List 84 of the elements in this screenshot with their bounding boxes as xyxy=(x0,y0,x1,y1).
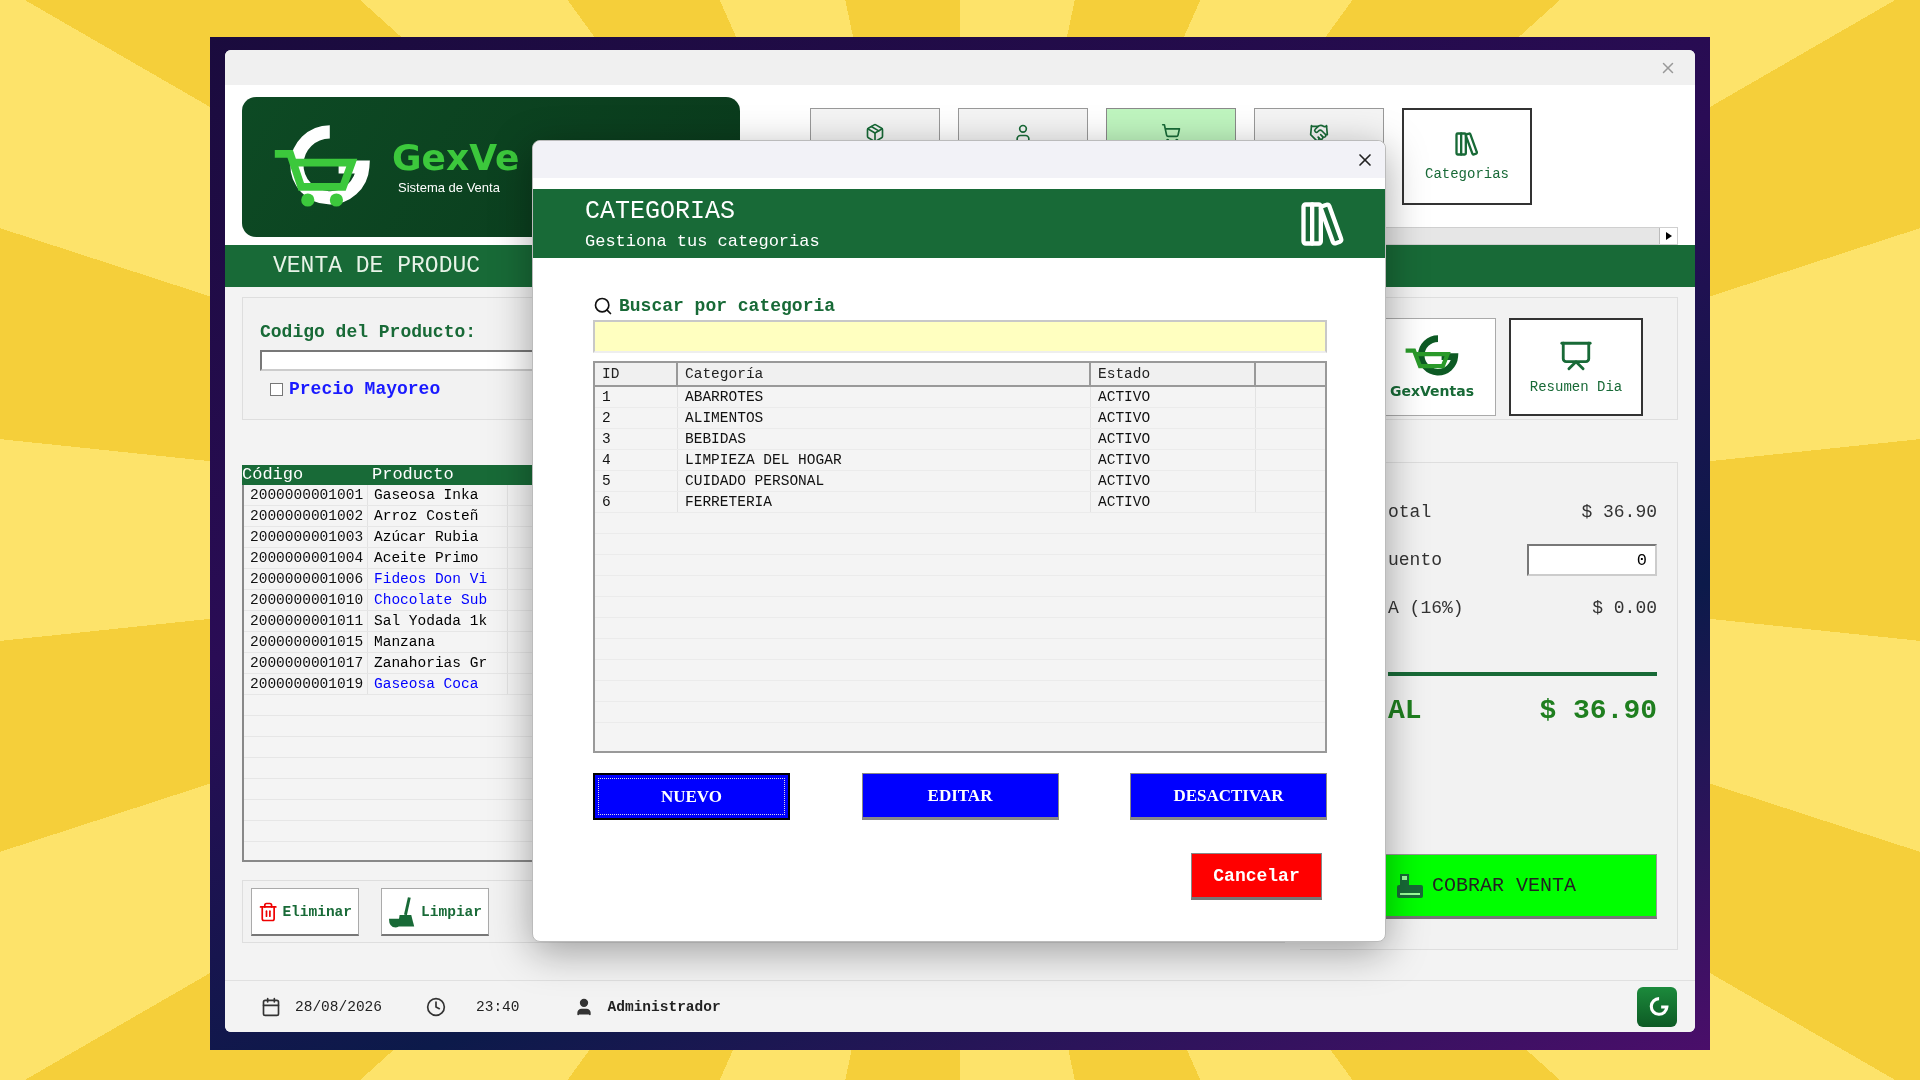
table-cell: 3 xyxy=(595,429,678,449)
categories-button[interactable]: Categorias xyxy=(1402,108,1532,205)
table-cell: Gaseosa Coca xyxy=(368,674,508,694)
app-logo-icon[interactable] xyxy=(1637,986,1677,1027)
table-cell: 2000000001015 xyxy=(244,632,368,652)
action-button[interactable]: DESACTIVAR xyxy=(1130,773,1327,820)
tax-value: $ 0.00 xyxy=(1592,598,1657,618)
table-cell: 4 xyxy=(595,450,678,470)
total-value: $ 36.90 xyxy=(1539,694,1657,726)
books-icon xyxy=(1453,130,1481,158)
action-button[interactable]: EDITAR xyxy=(861,773,1059,820)
cancel-button[interactable]: Cancelar xyxy=(1191,853,1322,900)
column-header: Código xyxy=(242,465,305,485)
subtotal-value: $ 36.90 xyxy=(1581,502,1657,522)
tax-label: A (16%) xyxy=(1388,598,1464,618)
search-field[interactable] xyxy=(593,320,1327,353)
table-cell: 6 xyxy=(595,492,678,512)
table-cell: ACTIVO xyxy=(1091,450,1256,470)
table-cell: 2000000001010 xyxy=(244,590,368,610)
table-cell: ALIMENTOS xyxy=(678,408,1091,428)
column-header: Categoría xyxy=(678,363,1091,385)
person-icon xyxy=(1013,123,1033,143)
table-cell: Zanahorias Gr xyxy=(368,653,508,673)
column-header: Estado xyxy=(1091,363,1256,385)
clear-button[interactable]: Limpiar xyxy=(381,888,489,936)
table-cell: Chocolate Sub xyxy=(368,590,508,610)
table-cell: 2000000001001 xyxy=(244,485,368,505)
table-cell: 2000000001004 xyxy=(244,548,368,568)
discount-label: uento xyxy=(1388,550,1442,570)
clock-icon xyxy=(426,996,446,1017)
column-header: Producto xyxy=(372,465,455,485)
date-text: 28/08/2026 xyxy=(295,998,382,1015)
charge-button[interactable]: COBRAR VENTA xyxy=(1385,854,1657,919)
table-cell: ACTIVO xyxy=(1091,492,1256,512)
table-cell: ACTIVO xyxy=(1091,408,1256,428)
section-title: VENTA DE PRODUC xyxy=(273,253,481,279)
table-cell: ACTIVO xyxy=(1091,429,1256,449)
table-cell: 2000000001017 xyxy=(244,653,368,673)
checkbox[interactable] xyxy=(270,382,283,396)
table-cell: Azúcar Rubia xyxy=(368,527,508,547)
table-cell: BEBIDAS xyxy=(678,429,1091,449)
calendar-icon xyxy=(261,996,281,1017)
table-cell: CUIDADO PERSONAL xyxy=(678,471,1091,491)
user-name: Administrador xyxy=(607,998,721,1015)
table-cell: 2000000001003 xyxy=(244,527,368,547)
search-icon xyxy=(593,296,613,316)
checkbox-label: Precio Mayoreo xyxy=(289,379,441,399)
table-cell: ACTIVO xyxy=(1091,387,1256,407)
delete-button[interactable]: Eliminar xyxy=(251,888,359,936)
table-cell: 2000000001019 xyxy=(244,674,368,694)
action-button[interactable]: NUEVO xyxy=(593,773,790,820)
total-label: AL xyxy=(1388,694,1422,726)
table-cell: 5 xyxy=(595,471,678,491)
box-icon xyxy=(865,123,885,143)
table-cell: Sal Yodada 1k xyxy=(368,611,508,631)
table-cell: 2000000001011 xyxy=(244,611,368,631)
table-cell: 2 xyxy=(595,408,678,428)
table-cell: 1 xyxy=(595,387,678,407)
table-cell: 2000000001006 xyxy=(244,569,368,589)
logo-tagline: Sistema de Venta xyxy=(398,179,501,195)
handshake-icon xyxy=(1309,123,1329,143)
cash-register-icon xyxy=(1396,872,1424,899)
table-cell: LIMPIEZA DEL HOGAR xyxy=(678,450,1091,470)
table-cell: Gaseosa Inka xyxy=(368,485,508,505)
table-cell: Aceite Primo xyxy=(368,548,508,568)
subtotal-label: otal xyxy=(1388,502,1432,522)
presentation-board-icon xyxy=(1559,339,1593,373)
discount-field[interactable]: 0 xyxy=(1527,544,1657,576)
scroll-right-icon[interactable] xyxy=(1659,228,1677,244)
time-text: 23:40 xyxy=(476,998,520,1015)
table-cell: ACTIVO xyxy=(1091,471,1256,491)
logo-name: GexVe xyxy=(392,139,520,176)
table-cell: Manzana xyxy=(368,632,508,652)
dialog-title: CATEGORIAS xyxy=(585,196,737,226)
table-cell: FERRETERIA xyxy=(678,492,1091,512)
table-cell: ABARROTES xyxy=(678,387,1091,407)
column-header: ID xyxy=(595,363,678,385)
table-cell: Fideos Don Vi xyxy=(368,569,508,589)
table-cell: 2000000001002 xyxy=(244,506,368,526)
dialog-subtitle: Gestiona tus categorias xyxy=(585,231,820,251)
search-label: Buscar por categoria xyxy=(619,296,836,316)
summary-button[interactable]: Resumen Dia xyxy=(1509,318,1643,416)
field-label: Codigo del Producto: xyxy=(260,322,477,342)
table-cell: Arroz Costeñ xyxy=(368,506,508,526)
